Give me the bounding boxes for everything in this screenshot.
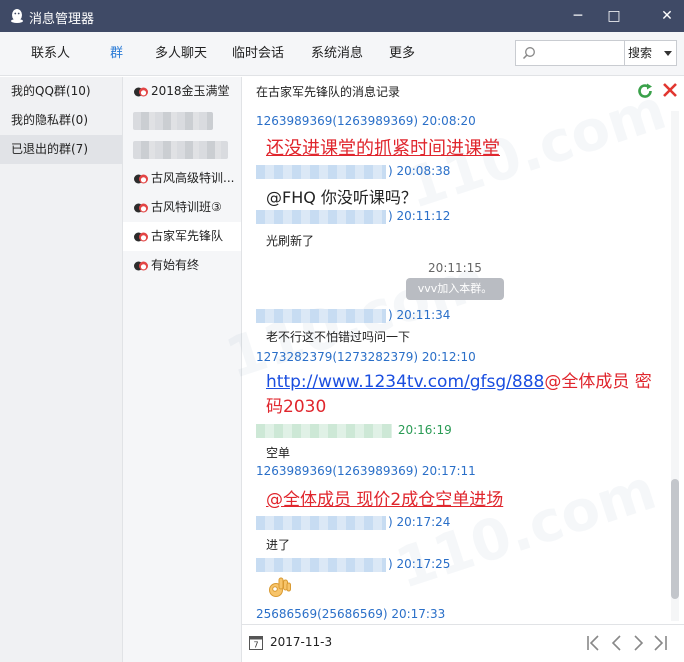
group-name: 2018金玉满堂 xyxy=(151,84,230,98)
search-input[interactable] xyxy=(540,43,620,63)
tab-more[interactable]: 更多 xyxy=(389,32,415,76)
delete-icon[interactable] xyxy=(661,81,679,99)
blurred-group-name xyxy=(133,112,213,130)
category-private-groups[interactable]: 我的隐私群(0) xyxy=(0,106,122,135)
search-box[interactable] xyxy=(515,40,625,66)
refresh-icon[interactable] xyxy=(636,82,654,100)
blurred-sender xyxy=(256,308,386,323)
tab-multi-chat[interactable]: 多人聊天 xyxy=(155,32,207,76)
group-avatar-icon xyxy=(134,87,148,97)
group-avatar-icon xyxy=(134,203,148,213)
message-history-title: 在古家军先锋队的消息记录 xyxy=(256,85,401,99)
first-page-icon[interactable] xyxy=(585,633,603,653)
system-notice: vvv加入本群。 xyxy=(242,278,668,300)
group-avatar-icon xyxy=(134,232,148,242)
qq-penguin-icon xyxy=(11,9,23,23)
group-item[interactable]: 古风高级特训... xyxy=(123,164,241,193)
message-history: 110.com 110.com 110.com 在古家军先锋队的消息记录 126… xyxy=(219,77,684,662)
last-page-icon[interactable] xyxy=(651,633,669,653)
minimize-button[interactable]: ─ xyxy=(568,6,588,26)
tab-groups[interactable]: 群 xyxy=(110,32,123,76)
message-text: @FHQ 你没听课吗？ xyxy=(266,188,417,207)
maximize-button[interactable]: □ xyxy=(604,6,624,26)
search-icon xyxy=(522,47,535,60)
tab-contacts[interactable]: 联系人 xyxy=(31,32,70,76)
message-text: 光刷新了 xyxy=(266,234,315,248)
group-name: 古风高级特训... xyxy=(151,171,235,185)
blurred-sender xyxy=(256,423,392,438)
blurred-sender xyxy=(256,515,386,530)
system-time: 20:11:15 xyxy=(428,261,482,275)
message-meta: ) 20:17:25 xyxy=(256,557,450,572)
message-meta: ) 20:08:38 xyxy=(256,164,450,179)
message-text: @全体成员 现价2成仓空单进场 xyxy=(266,490,504,510)
message-text: 进了 xyxy=(266,538,291,552)
message-meta: 1263989369(1263989369) 20:17:11 xyxy=(256,464,476,478)
group-name: 古家军先锋队 xyxy=(151,229,224,243)
message-meta: 25686569(25686569) 20:17:33 xyxy=(256,607,446,621)
join-notice-badge: vvv加入本群。 xyxy=(405,278,505,300)
svg-text:7: 7 xyxy=(253,641,258,650)
group-list: 2018金玉满堂 古风高级特训... 古风特训班③ 古家军先锋队 有始有终 xyxy=(123,77,242,662)
group-item[interactable]: 有始有终 xyxy=(123,251,241,280)
message-link[interactable]: http://www.1234tv.com/gfsg/888 xyxy=(266,372,544,392)
message-text: 还没进课堂的抓紧时间进课堂 xyxy=(266,138,500,159)
group-avatar-icon xyxy=(134,261,148,271)
close-window-button[interactable]: ✕ xyxy=(657,6,677,26)
message-meta: ) 20:11:12 xyxy=(256,209,450,224)
group-avatar-icon xyxy=(134,174,148,184)
next-page-icon[interactable] xyxy=(629,633,647,653)
message-meta: 1273282379(1273282379) 20:12:10 xyxy=(256,350,476,364)
blurred-sender xyxy=(256,557,386,572)
group-item-selected[interactable]: 古家军先锋队 xyxy=(123,222,241,251)
tab-temp-session[interactable]: 临时会话 xyxy=(232,32,284,76)
group-name: 有始有终 xyxy=(151,258,200,272)
prev-page-icon[interactable] xyxy=(608,633,626,653)
message-meta: ) 20:17:24 xyxy=(256,515,450,530)
chevron-down-icon xyxy=(664,51,672,56)
group-item[interactable] xyxy=(123,106,241,135)
message-meta: ) 20:11:34 xyxy=(256,308,450,323)
date-display: 2017-11-3 xyxy=(270,635,333,649)
calendar-icon[interactable]: 7 xyxy=(249,635,263,650)
blurred-sender xyxy=(256,164,386,179)
group-item[interactable]: 古风特训班③ xyxy=(123,193,241,222)
group-name: 古风特训班③ xyxy=(151,200,222,214)
search-button[interactable]: 搜索 xyxy=(625,40,677,66)
tab-system-messages[interactable]: 系统消息 xyxy=(311,32,363,76)
group-categories: 我的QQ群(10) 我的隐私群(0) 已退出的群(7) xyxy=(0,77,123,662)
title-bar: 消息管理器 ─ □ ✕ xyxy=(0,0,684,32)
message-footer: 7 2017-11-3 xyxy=(242,624,684,662)
group-item[interactable]: 2018金玉满堂 xyxy=(123,77,241,106)
message-text: http://www.1234tv.com/gfsg/888@全体成员 密码20… xyxy=(266,370,656,420)
category-exited-groups[interactable]: 已退出的群(7) xyxy=(0,135,122,164)
scrollbar[interactable] xyxy=(671,111,679,621)
message-meta: 20:16:19 xyxy=(256,423,452,438)
message-meta: 1263989369(1263989369) 20:08:20 xyxy=(256,114,476,128)
window-title: 消息管理器 xyxy=(29,12,95,27)
blurred-sender xyxy=(256,209,386,224)
message-text: 空单 xyxy=(266,446,291,460)
search-button-label: 搜索 xyxy=(628,46,653,60)
blurred-group-name xyxy=(133,141,228,159)
message-text: 老不行这不怕错过吗问一下 xyxy=(266,330,411,344)
ok-hand-emoji-icon xyxy=(269,577,291,597)
watermark: 110.com xyxy=(388,457,664,602)
scrollbar-thumb[interactable] xyxy=(671,479,679,599)
group-item[interactable] xyxy=(123,135,241,164)
category-my-qq-groups[interactable]: 我的QQ群(10) xyxy=(0,77,122,106)
